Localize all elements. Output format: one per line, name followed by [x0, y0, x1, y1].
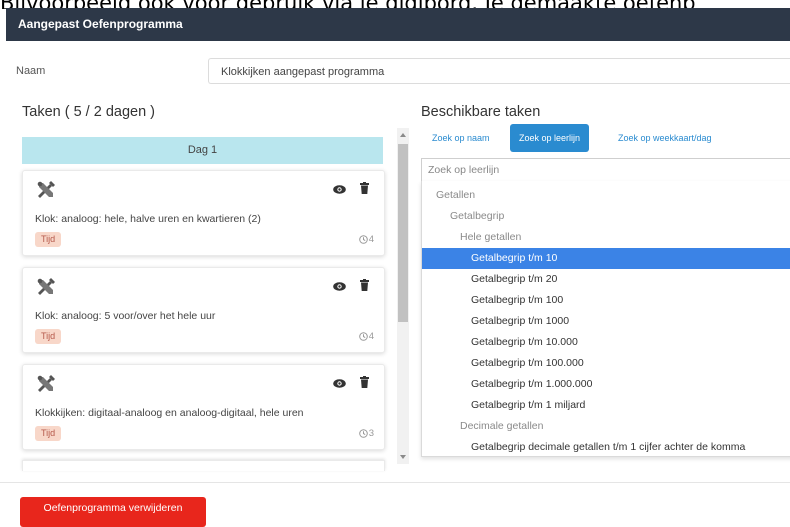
eye-icon[interactable] — [333, 379, 346, 388]
tree-item[interactable]: Getalbegrip t/m 100 — [422, 290, 790, 311]
delete-program-button[interactable]: Oefenprogramma verwijderen — [20, 497, 206, 527]
task-tag: Tijd — [35, 232, 62, 247]
task-count: 4 — [358, 331, 374, 342]
clock-icon — [358, 235, 368, 244]
task-card[interactable]: Klokkijken: digitaal-analoog en analoog-… — [22, 364, 385, 450]
tree-group[interactable]: Getalbegrip — [422, 206, 790, 227]
footer-divider — [0, 482, 790, 483]
tree-item[interactable]: Getalbegrip t/m 1 miljard — [422, 395, 790, 416]
leerlijn-tree: Getallen Getalbegrip Hele getallen Getalbeg… — [421, 181, 790, 457]
name-label: Naam — [16, 65, 46, 77]
tasks-scrollbar[interactable] — [397, 128, 409, 464]
tools-icon — [37, 181, 55, 198]
tab-zoek-op-naam[interactable]: Zoek op naam — [423, 124, 499, 152]
tree-item[interactable]: Getalbegrip t/m 100.000 — [422, 353, 790, 374]
clock-icon — [358, 429, 368, 438]
tree-group[interactable]: Decimale getallen — [422, 416, 790, 437]
available-panel-title: Beschikbare taken — [421, 104, 541, 120]
tab-zoek-op-leerlijn[interactable]: Zoek op leerlijn — [510, 124, 590, 152]
scroll-thumb[interactable] — [398, 144, 408, 322]
window-title: Aangepast Oefenprogramma — [18, 17, 183, 31]
name-row: Naam Klokkijken aangepast programma — [0, 56, 790, 86]
task-count: 4 — [358, 234, 374, 245]
task-tag: Tijd — [35, 329, 62, 344]
task-count-value: 3 — [368, 428, 374, 439]
window-titlebar: Aangepast Oefenprogramma — [6, 8, 790, 41]
trash-icon[interactable] — [360, 182, 369, 194]
task-count: 3 — [358, 428, 374, 439]
tools-icon — [37, 375, 55, 392]
name-input[interactable]: Klokkijken aangepast programma — [208, 58, 790, 84]
day-header[interactable]: Dag 1 — [22, 137, 383, 164]
tree-item[interactable]: Getalbegrip decimale getallen t/m 1 cijf… — [422, 437, 790, 458]
task-count-value: 4 — [368, 331, 374, 342]
tree-item[interactable]: Getalbegrip t/m 10 — [422, 248, 790, 269]
tools-icon — [37, 278, 55, 295]
task-title: Klokkijken: digitaal-analoog en analoog-… — [35, 407, 304, 419]
scroll-down-icon[interactable] — [400, 455, 406, 459]
task-title: Klok: analoog: 5 voor/over het hele uur — [35, 310, 216, 322]
tree-item[interactable]: Getalbegrip t/m 10.000 — [422, 332, 790, 353]
tree-item[interactable]: Getalbegrip t/m 1000 — [422, 311, 790, 332]
tree-group[interactable]: Getallen — [422, 185, 790, 206]
task-title: Klok: analoog: hele, halve uren en kwart… — [35, 213, 261, 225]
clock-icon — [358, 332, 368, 341]
task-card-partial — [22, 460, 385, 471]
tree-item[interactable]: Getalbegrip t/m 1.000.000 — [422, 374, 790, 395]
tab-zoek-op-weekkaart[interactable]: Zoek op weekkaart/dag — [609, 124, 721, 152]
trash-icon[interactable] — [360, 279, 369, 291]
trash-icon[interactable] — [360, 376, 369, 388]
leerlijn-search-input[interactable]: Zoek op leerlijn — [421, 158, 790, 182]
task-card[interactable]: Klok: analoog: hele, halve uren en kwart… — [22, 170, 385, 256]
eye-icon[interactable] — [333, 185, 346, 194]
task-count-value: 4 — [368, 234, 374, 245]
scroll-up-icon[interactable] — [400, 133, 406, 137]
task-card[interactable]: Klok: analoog: 5 voor/over het hele uur T… — [22, 267, 385, 353]
task-tag: Tijd — [35, 426, 62, 441]
tree-item[interactable]: Getalbegrip t/m 20 — [422, 269, 790, 290]
eye-icon[interactable] — [333, 282, 346, 291]
tree-group[interactable]: Hele getallen — [422, 227, 790, 248]
tasks-panel-title: Taken ( 5 / 2 dagen ) — [22, 104, 155, 120]
